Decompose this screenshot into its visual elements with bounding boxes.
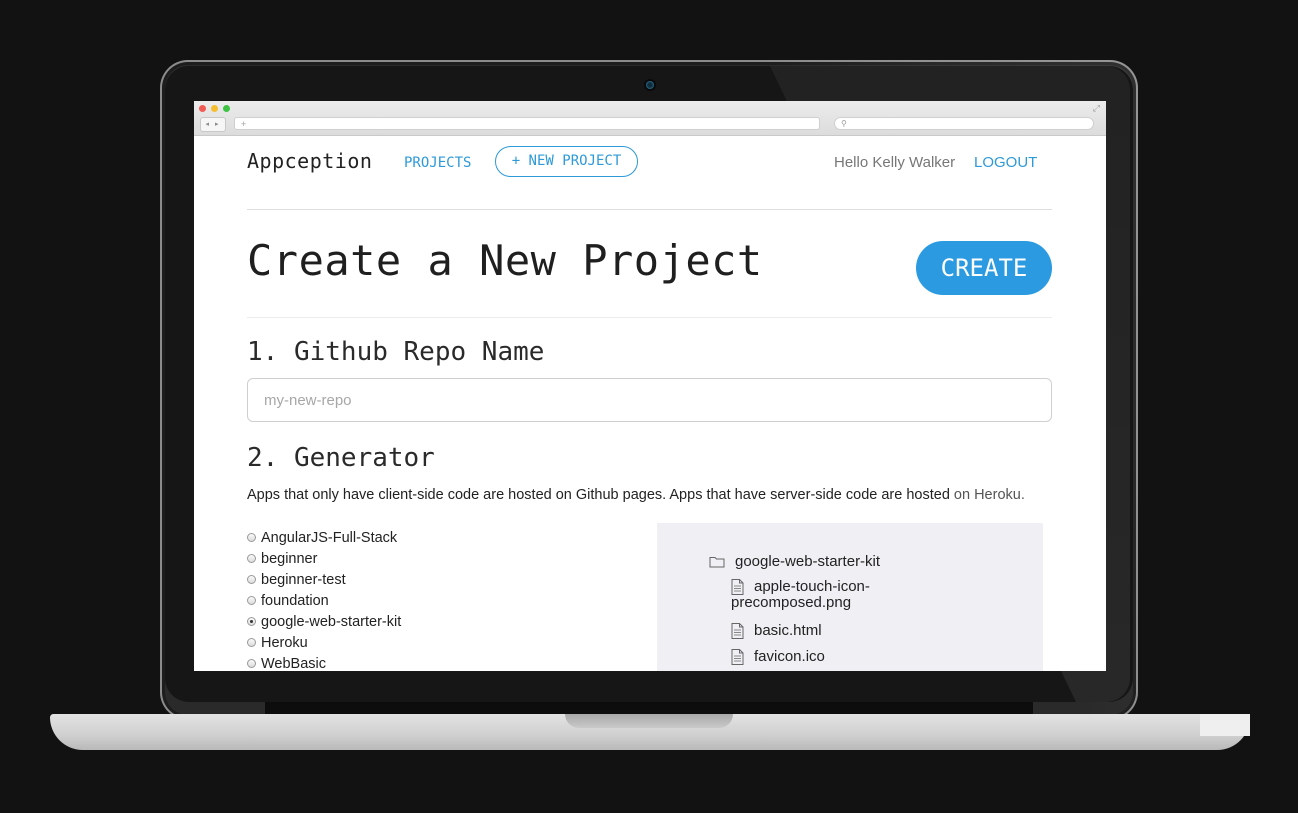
generator-description: Apps that only have client-side code are… (247, 487, 1025, 503)
tree-file[interactable]: favicon.ico (731, 649, 825, 665)
tree-file-label: apple-touch-icon- (754, 578, 870, 595)
back-forward-buttons[interactable]: ◂ ▸ (200, 117, 226, 132)
generator-option[interactable]: AngularJS-Full-Stack (247, 527, 401, 548)
file-icon (731, 649, 744, 665)
file-icon (731, 623, 744, 639)
title-row: Create a New Project CREATE (247, 210, 1052, 318)
generator-option-label: AngularJS-Full-Stack (261, 529, 398, 546)
projects-link[interactable]: PROJECTS (404, 155, 471, 171)
address-bar[interactable]: + (234, 117, 820, 130)
folder-icon (709, 557, 725, 568)
user-greeting: Hello Kelly Walker (834, 154, 956, 171)
browser-chrome: ⤢ ◂ ▸ + ⚲ (194, 101, 1106, 136)
generator-option-label: beginner-test (261, 571, 346, 588)
laptop-hinge (265, 702, 1033, 714)
repo-name-input[interactable] (247, 378, 1052, 422)
page-title: Create a New Project (247, 236, 763, 285)
radio-button[interactable] (247, 533, 256, 542)
generator-option[interactable]: beginner-test (247, 569, 401, 590)
laptop-base-notch (565, 714, 733, 728)
tree-file[interactable]: apple-touch-icon-precomposed.png (731, 579, 931, 611)
new-project-button[interactable]: + NEW PROJECT (495, 146, 638, 177)
generator-option[interactable]: google-web-starter-kit (247, 611, 401, 632)
tree-file-label: basic.html (754, 622, 822, 639)
tree-file[interactable]: basic.html (731, 623, 822, 639)
webcam (646, 81, 654, 89)
radio-button[interactable] (247, 596, 256, 605)
tree-root-folder[interactable]: google-web-starter-kit (709, 553, 880, 570)
zoom-window-button[interactable] (223, 105, 230, 112)
repo-name-heading: 1. Github Repo Name (247, 337, 545, 367)
generator-radio-list: AngularJS-Full-Stack beginner beginner-tes… (247, 527, 401, 671)
browser-search-bar[interactable]: ⚲ (834, 117, 1094, 130)
top-navigation: Appception PROJECTS + NEW PROJECT Hello … (247, 135, 1052, 210)
generator-option-label: google-web-starter-kit (261, 613, 402, 630)
radio-button[interactable] (247, 638, 256, 647)
page-content: Appception PROJECTS + NEW PROJECT Hello … (247, 135, 1052, 671)
generator-option[interactable]: WebBasic (247, 653, 401, 671)
tree-file-label-continuation: precomposed.png (731, 594, 852, 611)
generator-option-label: foundation (261, 592, 329, 609)
minimize-window-button[interactable] (211, 105, 218, 112)
close-window-button[interactable] (199, 105, 206, 112)
generator-option[interactable]: foundation (247, 590, 401, 611)
generator-option[interactable]: beginner (247, 548, 401, 569)
tree-file-label: favicon.ico (754, 648, 825, 665)
tree-root-label: google-web-starter-kit (735, 553, 881, 570)
file-tree-panel: google-web-starter-kit apple-touch-icon-… (657, 523, 1043, 671)
radio-button[interactable] (247, 575, 256, 584)
generator-heading: 2. Generator (247, 443, 435, 473)
radio-button[interactable] (247, 659, 256, 668)
generator-description-text: Apps that only have client-side code are… (247, 487, 954, 503)
laptop-base-edge (1200, 714, 1250, 736)
create-button[interactable]: CREATE (916, 241, 1052, 295)
heroku-text: on Heroku. (953, 487, 1025, 503)
screen: ⤢ ◂ ▸ + ⚲ Appception PROJECTS + NEW PROJ… (194, 101, 1106, 671)
radio-button[interactable] (247, 617, 256, 626)
generator-option-label: Heroku (261, 634, 308, 651)
generator-option-label: WebBasic (261, 655, 327, 672)
radio-button[interactable] (247, 554, 256, 563)
generator-option[interactable]: Heroku (247, 632, 401, 653)
expand-icon[interactable]: ⤢ (1093, 103, 1100, 114)
generator-option-label: beginner (261, 550, 318, 567)
file-icon (731, 579, 744, 595)
brand-logo[interactable]: Appception (247, 149, 372, 173)
logout-link[interactable]: LOGOUT (974, 154, 1037, 171)
